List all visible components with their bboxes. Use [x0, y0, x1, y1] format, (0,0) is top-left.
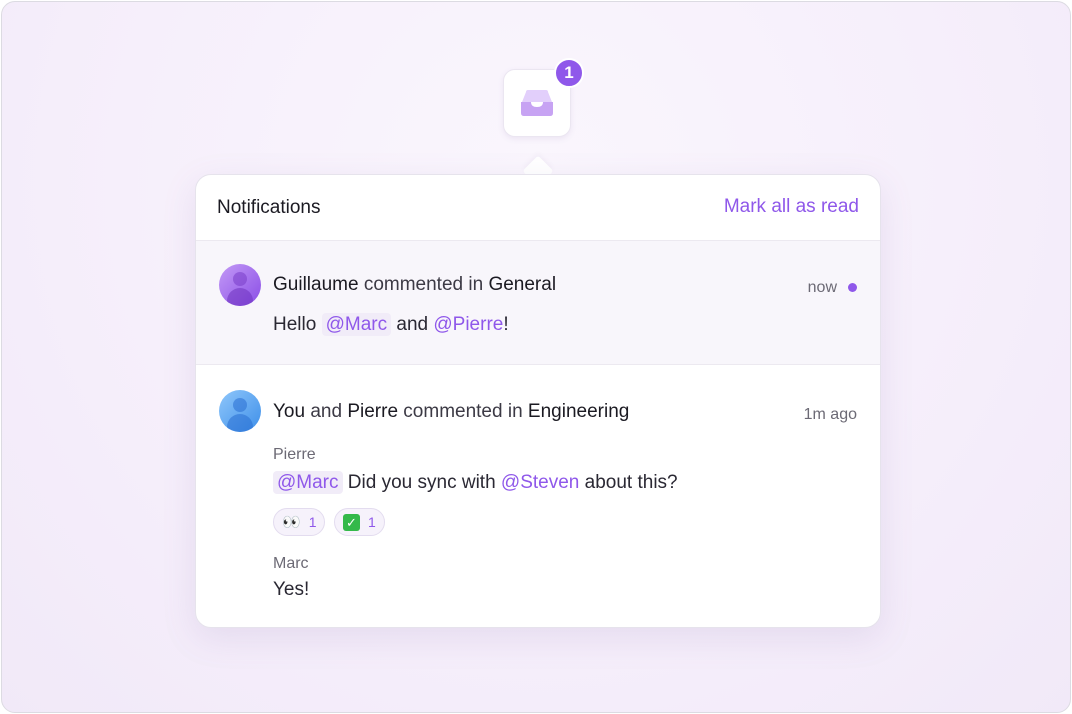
action-verb: commented in	[403, 401, 523, 422]
avatar-body	[227, 414, 253, 432]
message-text: and	[396, 314, 429, 335]
reaction-check[interactable]: ✓ 1	[334, 508, 385, 536]
reaction-eyes[interactable]: 👀 1	[273, 508, 326, 536]
message-text: about this?	[584, 472, 678, 493]
mark-all-read-button[interactable]: Mark all as read	[724, 196, 859, 218]
avatar-head	[233, 272, 247, 286]
timestamp: 1m ago	[803, 406, 857, 423]
app-frame: 1 Notifications Mark all as read Guillau…	[1, 1, 1071, 713]
notifications-panel: Notifications Mark all as read Guillaume…	[195, 174, 881, 628]
notification-summary: Guillaume commented in General	[273, 274, 556, 296]
message-text: Hello	[273, 314, 317, 335]
timestamp: now	[807, 279, 837, 296]
notification-item-general[interactable]: Guillaume commented in General now Hello…	[196, 241, 880, 365]
message-text: Did you sync with	[347, 472, 496, 493]
notification-summary: You and Pierre commented in Engineering	[273, 401, 629, 423]
reaction-count: 1	[368, 514, 376, 530]
inbox-tray-icon	[521, 90, 553, 116]
comment-text: Yes!	[273, 579, 310, 600]
panel-title: Notifications	[217, 197, 321, 218]
panel-header: Notifications Mark all as read	[196, 175, 880, 241]
comment-text: @Marc Did you sync with @Steven about th…	[273, 471, 678, 494]
mention-pierre[interactable]: @Pierre	[433, 314, 503, 335]
mention-marc[interactable]: @Marc	[273, 471, 343, 494]
conjunction: and	[310, 401, 343, 422]
avatar-body	[227, 288, 253, 306]
channel-name: General	[488, 274, 557, 295]
actor-name: Guillaume	[273, 274, 359, 295]
avatar-head	[233, 398, 247, 412]
unread-indicator-dot	[848, 283, 857, 292]
mention-marc[interactable]: @Marc	[321, 313, 392, 336]
eyes-emoji-icon: 👀	[282, 514, 301, 531]
comment-author: Marc	[273, 555, 309, 572]
avatar-you	[219, 390, 261, 432]
notification-count-badge: 1	[554, 58, 584, 88]
message-text: !	[503, 314, 509, 335]
action-verb: commented in	[363, 274, 484, 295]
comment-author: Pierre	[273, 446, 316, 463]
actor-name: You	[273, 401, 306, 422]
reaction-count: 1	[308, 514, 317, 530]
mention-steven[interactable]: @Steven	[501, 472, 579, 493]
check-emoji-icon: ✓	[343, 513, 360, 531]
channel-name: Engineering	[527, 401, 630, 422]
notification-message: Hello @Marc and @Pierre!	[273, 313, 509, 336]
actor-name: Pierre	[347, 401, 399, 422]
avatar-guillaume	[219, 264, 261, 306]
